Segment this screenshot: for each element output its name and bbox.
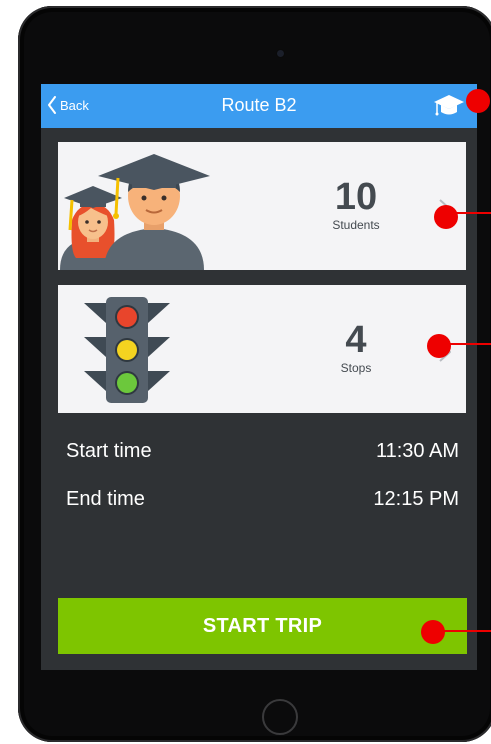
end-time-value: 12:15 PM [373,488,459,510]
annotation-marker-start [421,620,445,644]
end-time-row: End time 12:15 PM [66,488,459,511]
end-time-label: End time [66,488,145,510]
students-card[interactable]: 10 Students [58,142,466,270]
start-time-value: 11:30 AM [375,440,459,462]
annotation-line-stops [446,343,491,345]
start-time-row: Start time 11:30 AM [66,440,459,463]
students-label: Students [332,218,380,232]
traffic-light-icon [84,297,170,403]
home-button[interactable] [262,699,298,735]
start-time-label: Start time [66,440,152,462]
stops-count: 4 [345,319,367,361]
stops-card[interactable]: 4 Stops [58,285,466,413]
students-count: 10 [334,176,378,218]
annotation-marker-stops [427,334,451,358]
navigation-bar: Back Route B2 [41,84,477,128]
start-trip-button[interactable]: START TRIP [58,598,467,654]
annotation-marker-students [434,205,458,229]
graduation-cap-icon[interactable] [433,92,465,120]
annotation-marker-nav [466,89,490,113]
students-count-group: 10 Students [316,178,396,232]
stops-label: Stops [340,361,372,375]
camera-lens [277,50,284,57]
page-title: Route B2 [221,95,297,115]
students-icon [60,154,210,270]
app-screen: Back Route B2 10 Students 4 Stops Start … [41,84,477,670]
stops-count-group: 4 Stops [316,321,396,375]
